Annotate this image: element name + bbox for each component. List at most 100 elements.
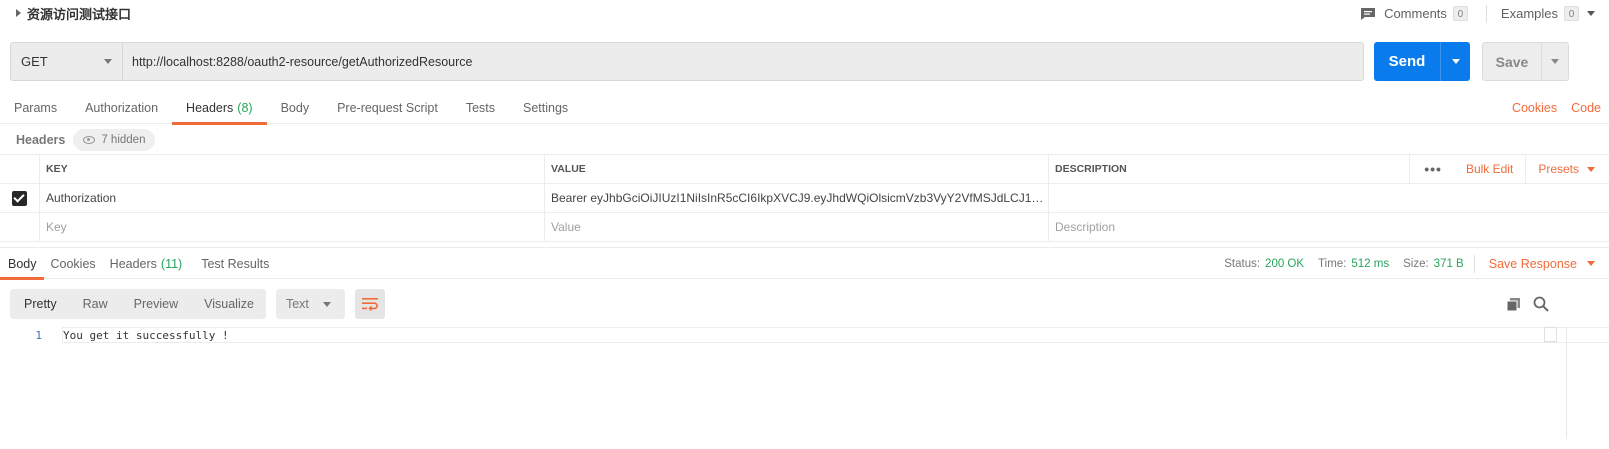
description-cell[interactable] [1049, 184, 1609, 212]
column-header-key: KEY [40, 155, 545, 183]
tab-settings[interactable]: Settings [509, 92, 582, 124]
checkbox-checked[interactable] [12, 190, 27, 206]
response-status: Status: 200 OK Time: 512 ms Size: 371 B … [1224, 248, 1609, 279]
minimap-thumb[interactable] [1544, 327, 1557, 342]
response-tools [1506, 289, 1549, 319]
tab-tests[interactable]: Tests [452, 92, 509, 124]
code-link[interactable]: Code [1571, 101, 1601, 115]
key-cell[interactable]: Authorization [40, 184, 545, 212]
chevron-down-icon [322, 301, 331, 307]
save-options-button[interactable] [1542, 59, 1568, 64]
request-name[interactable]: 资源访问测试接口 [16, 4, 131, 23]
tab-test-results[interactable]: Test Results [189, 248, 276, 279]
chevron-down-icon [104, 59, 112, 64]
tab-body[interactable]: Body [267, 92, 324, 124]
hidden-headers-toggle[interactable]: 7 hidden [73, 129, 156, 151]
method-select[interactable]: GET [11, 43, 123, 80]
line-number: 1 [35, 328, 42, 342]
headers-section-title: Headers [16, 133, 66, 147]
tab-label: Test Results [201, 256, 270, 271]
tab-headers[interactable]: Headers (8) [172, 92, 267, 125]
chevron-down-icon[interactable] [1587, 11, 1595, 16]
top-right-links: Comments 0 Examples 0 [1360, 0, 1609, 27]
tab-label: Authorization [85, 101, 159, 115]
chevron-down-icon [1551, 59, 1559, 64]
divider [1473, 254, 1475, 273]
request-name-label: 资源访问测试接口 [27, 6, 132, 22]
chevron-down-icon [1587, 166, 1595, 172]
size-label: Size: [1403, 257, 1429, 270]
response-view-toolbar: Pretty Raw Preview Visualize Text [10, 289, 385, 319]
eye-icon [83, 136, 96, 144]
key-text: Authorization [46, 191, 117, 205]
save-button[interactable]: Save [1482, 42, 1569, 81]
wrap-lines-button[interactable] [354, 289, 385, 319]
request-side-links: Cookies Code [1512, 92, 1609, 124]
comment-icon [1360, 7, 1376, 21]
expand-caret-icon[interactable] [16, 9, 21, 17]
description-input[interactable]: Description [1049, 213, 1609, 241]
tab-params[interactable]: Params [0, 92, 71, 124]
tab-label: Body [280, 101, 310, 115]
presets-label: Presets [1538, 162, 1579, 176]
more-options-icon[interactable]: ••• [1409, 155, 1454, 183]
time-label: Time: [1318, 257, 1347, 270]
tab-label: Settings [523, 101, 569, 115]
send-button[interactable]: Send [1374, 42, 1470, 81]
tab-label: Headers [109, 256, 157, 271]
tab-response-headers[interactable]: Headers (11) [103, 248, 190, 279]
hidden-headers-label: 7 hidden [101, 134, 146, 146]
code-line[interactable]: You get it successfully ! [62, 327, 1609, 343]
tab-authorization[interactable]: Authorization [71, 92, 172, 124]
url-input[interactable]: http://localhost:8288/oauth2-resource/ge… [123, 43, 1363, 80]
tab-label: Pre-request Script [337, 101, 438, 115]
format-select-label: Text [285, 297, 309, 311]
tab-label: Headers [186, 101, 234, 115]
format-select[interactable]: Text [275, 289, 345, 319]
value-cell[interactable]: Bearer eyJhbGciOiJIUzI1NiIsInR5cCI6IkpXV… [545, 184, 1049, 212]
save-response-button[interactable]: Save Response [1489, 257, 1577, 271]
response-body-editor: 1 You get it successfully ! [0, 327, 1609, 343]
send-label: Send [1388, 53, 1426, 70]
scrollbar-track[interactable] [1566, 327, 1567, 439]
view-preview-button[interactable]: Preview [120, 289, 190, 319]
column-header-description: DESCRIPTION [1055, 163, 1127, 175]
tab-count: (11) [160, 256, 183, 271]
search-icon[interactable] [1533, 296, 1549, 312]
save-label: Save [1495, 53, 1529, 70]
copy-icon[interactable] [1506, 297, 1521, 312]
send-options-button[interactable] [1441, 59, 1470, 64]
value-input[interactable]: Value [545, 213, 1049, 241]
view-pretty-button[interactable]: Pretty [10, 289, 69, 319]
comments-link[interactable]: Comments 0 [1360, 6, 1468, 21]
wrap-lines-icon [361, 298, 378, 311]
tab-label: Body [8, 256, 37, 271]
key-input[interactable]: Key [40, 213, 545, 241]
view-mode-segmented: Pretty Raw Preview Visualize [10, 289, 266, 319]
comments-count-badge: 0 [1452, 6, 1468, 21]
headers-table: KEY VALUE DESCRIPTION ••• Bulk Edit Pres… [0, 154, 1609, 242]
examples-link[interactable]: Examples 0 [1501, 6, 1595, 21]
table-actions: ••• Bulk Edit Presets [1409, 155, 1609, 183]
tab-pre-request-script[interactable]: Pre-request Script [323, 92, 452, 124]
column-header-value: VALUE [545, 155, 1049, 183]
chevron-down-icon[interactable] [1587, 261, 1595, 266]
view-visualize-button[interactable]: Visualize [190, 289, 266, 319]
request-tabs: Params Authorization Headers (8) Body Pre… [0, 92, 1609, 125]
method-label: GET [21, 54, 48, 69]
view-raw-button[interactable]: Raw [69, 289, 120, 319]
column-header-description-cell: DESCRIPTION ••• Bulk Edit Presets [1049, 155, 1609, 183]
time-value[interactable]: 512 ms [1351, 258, 1389, 270]
tab-response-cookies[interactable]: Cookies [44, 248, 103, 279]
tab-response-body[interactable]: Body [0, 248, 44, 280]
headers-section-header: Headers 7 hidden [16, 129, 156, 151]
bulk-edit-link[interactable]: Bulk Edit [1454, 155, 1527, 183]
presets-dropdown[interactable]: Presets [1526, 155, 1609, 183]
status-value[interactable]: 200 OK [1265, 258, 1304, 270]
tab-label: Cookies [50, 256, 96, 271]
row-checkbox-cell [0, 184, 40, 212]
cookies-link[interactable]: Cookies [1512, 101, 1557, 115]
table-row-empty: Key Value Description [0, 212, 1609, 242]
size-value[interactable]: 371 B [1434, 258, 1464, 270]
chevron-down-icon [1451, 59, 1460, 64]
